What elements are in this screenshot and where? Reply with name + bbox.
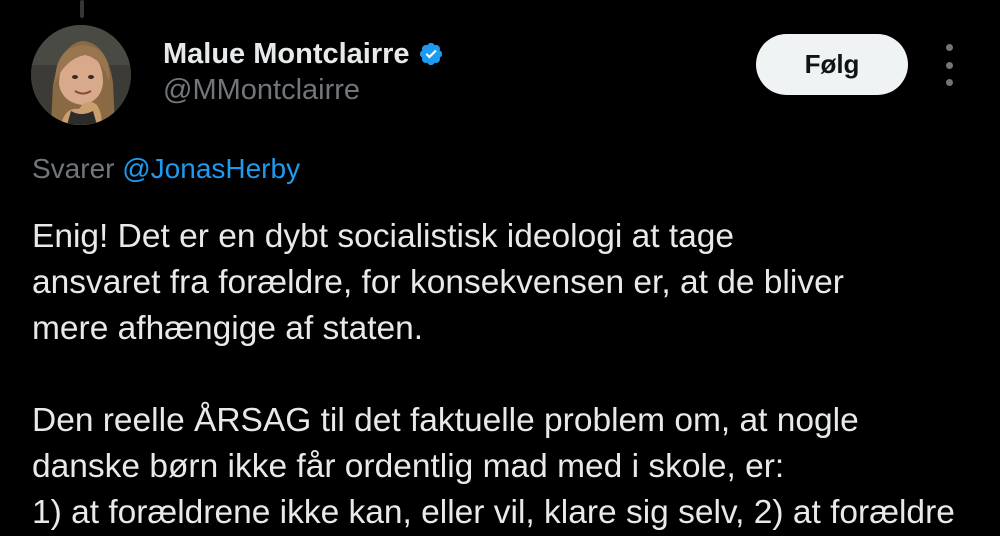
tweet-text-line: ansvaret fra forældre, for konsekvensen … (32, 264, 844, 301)
more-dot (945, 61, 953, 69)
thread-connector-line (80, 0, 84, 18)
replying-to-mention-link[interactable]: @JonasHerby (122, 153, 300, 184)
follow-button[interactable]: Følg (756, 34, 908, 95)
avatar[interactable] (31, 25, 131, 125)
more-vertical-icon[interactable] (934, 44, 964, 86)
tweet-text: Enig! Det er en dybt socialistisk ideolo… (32, 214, 982, 536)
verified-badge-icon[interactable] (418, 41, 444, 67)
author-name-row[interactable]: Malue Montclairre (163, 36, 444, 72)
replying-to: Svarer @JonasHerby (32, 153, 300, 185)
author-handle[interactable]: @MMontclairre (163, 74, 360, 107)
more-dot (945, 44, 953, 51)
more-dot (945, 79, 953, 86)
tweet-text-line: Enig! Det er en dybt socialistisk ideolo… (32, 218, 735, 255)
avatar-photo (31, 25, 131, 125)
tweet-text-line: 1) at forældrene ikke kan, eller vil, kl… (32, 494, 955, 531)
tweet-text-line: mere afhængige af staten. (32, 310, 424, 347)
display-name[interactable]: Malue Montclairre (163, 38, 410, 71)
tweet-text-line: danske børn ikke får ordentlig mad med i… (32, 448, 785, 485)
replying-to-label: Svarer (32, 153, 115, 184)
tweet-text-line: Den reelle ÅRSAG til det faktuelle probl… (32, 402, 859, 439)
